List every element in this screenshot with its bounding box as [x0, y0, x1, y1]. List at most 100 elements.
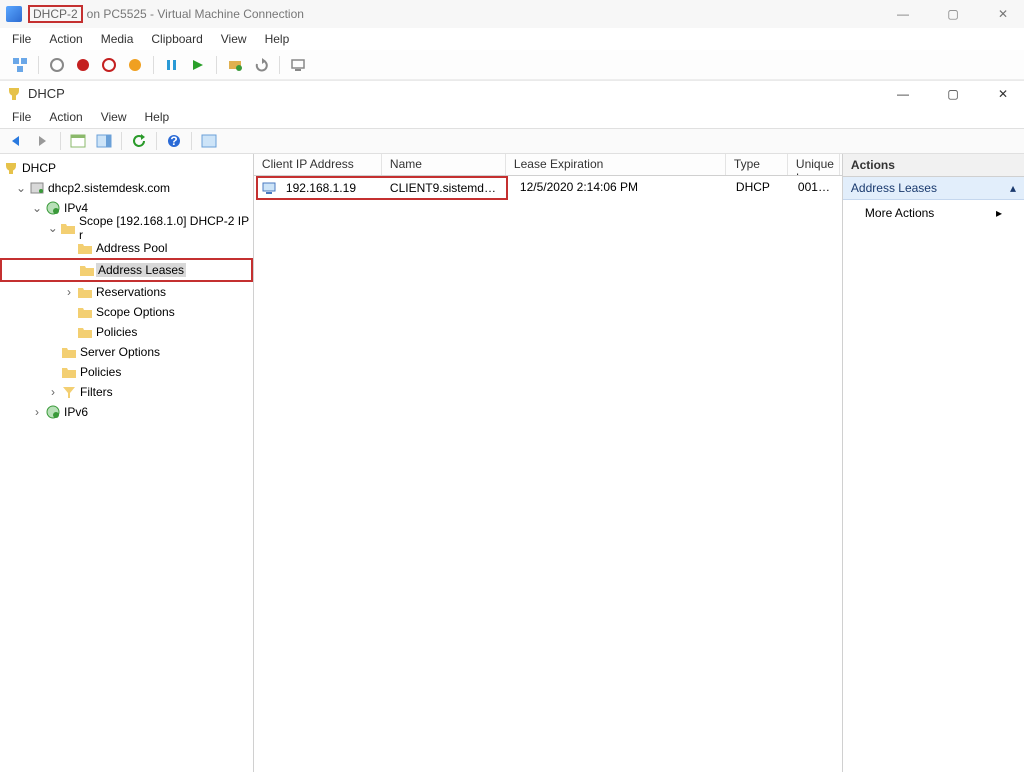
dhcp-minimize-button[interactable]: —	[888, 87, 918, 101]
dhcp-window-controls: — ▢ ✕	[888, 87, 1018, 101]
col-name[interactable]: Name	[382, 154, 506, 175]
save-icon[interactable]	[125, 55, 145, 75]
minimize-button[interactable]: —	[888, 7, 918, 21]
col-client-ip[interactable]: Client IP Address	[254, 154, 382, 175]
show-hide-action-icon[interactable]	[93, 131, 115, 151]
list-pane: Client IP Address Name Lease Expiration …	[254, 154, 843, 772]
tree-root-label: DHCP	[20, 161, 58, 175]
computer-icon	[258, 181, 278, 195]
tree-ipv6[interactable]: › IPv6	[0, 402, 253, 422]
filter-icon	[60, 385, 78, 399]
tree-scope-label: Scope [192.168.1.0] DHCP-2 IP r	[77, 214, 253, 242]
chevron-right-icon: ▸	[996, 206, 1002, 220]
enhanced-session-icon[interactable]	[288, 55, 308, 75]
folder-icon	[76, 306, 94, 318]
shutdown-icon[interactable]	[99, 55, 119, 75]
forward-icon[interactable]	[32, 131, 54, 151]
svg-text:?: ?	[170, 134, 177, 148]
list-body[interactable]: 192.168.1.19 CLIENT9.sistemdes.. 12/5/20…	[254, 176, 842, 772]
lease-row[interactable]: 192.168.1.19 CLIENT9.sistemdes.. 12/5/20…	[254, 176, 842, 198]
dhcp-title: DHCP	[28, 86, 65, 101]
tree-root[interactable]: DHCP	[0, 158, 253, 178]
vm-title-highlight: DHCP-2	[28, 5, 83, 23]
dhcp-maximize-button[interactable]: ▢	[938, 87, 968, 101]
tree-scope-options-label: Scope Options	[94, 305, 177, 319]
list-header: Client IP Address Name Lease Expiration …	[254, 154, 842, 176]
revert-icon[interactable]	[251, 55, 271, 75]
refresh-icon[interactable]	[128, 131, 150, 151]
ctrl-alt-del-icon[interactable]	[10, 55, 30, 75]
vm-menu-view[interactable]: View	[221, 32, 247, 46]
options-icon[interactable]	[198, 131, 220, 151]
actions-pane: Actions Address Leases ▴ More Actions ▸	[843, 154, 1024, 772]
folder-icon	[78, 264, 96, 276]
col-unique-id[interactable]: Unique I	[788, 154, 840, 175]
actions-more-label: More Actions	[865, 206, 934, 220]
folder-icon	[76, 286, 94, 298]
start-icon[interactable]	[47, 55, 67, 75]
vm-window-controls: — ▢ ✕	[888, 7, 1018, 21]
turnoff-icon[interactable]	[73, 55, 93, 75]
tree-policies-scope[interactable]: Policies	[0, 322, 253, 342]
tree-ipv4-label: IPv4	[62, 201, 90, 215]
tree-server-label: dhcp2.sistemdesk.com	[46, 181, 172, 195]
vm-title-rest: on PC5525 - Virtual Machine Connection	[87, 7, 304, 21]
vm-menu-media[interactable]: Media	[101, 32, 134, 46]
vm-menu: File Action Media Clipboard View Help	[0, 28, 1024, 50]
twisty-open-icon[interactable]: ⌄	[46, 221, 60, 235]
tree-server-options[interactable]: Server Options	[0, 342, 253, 362]
tree-policies-server[interactable]: Policies	[0, 362, 253, 382]
cell-uid: 00155d0	[790, 180, 842, 194]
back-icon[interactable]	[6, 131, 28, 151]
vm-titlebar: DHCP-2 on PC5525 - Virtual Machine Conne…	[0, 0, 1024, 28]
tree-filters[interactable]: › Filters	[0, 382, 253, 402]
tree-server[interactable]: ⌄ dhcp2.sistemdesk.com	[0, 178, 253, 198]
tree-policies-server-label: Policies	[78, 365, 123, 379]
actions-more[interactable]: More Actions ▸	[843, 200, 1024, 226]
twisty-closed-icon[interactable]: ›	[62, 285, 76, 299]
close-button[interactable]: ✕	[988, 7, 1018, 21]
col-lease-exp[interactable]: Lease Expiration	[506, 154, 726, 175]
cell-exp: 12/5/2020 2:14:06 PM	[508, 180, 728, 194]
tree-filters-label: Filters	[78, 385, 115, 399]
dhcp-close-button[interactable]: ✕	[988, 87, 1018, 101]
collapse-icon[interactable]: ▴	[1010, 181, 1016, 195]
folder-icon	[76, 242, 94, 254]
vm-menu-file[interactable]: File	[12, 32, 31, 46]
twisty-closed-icon[interactable]: ›	[30, 405, 44, 419]
dhcp-app-icon	[6, 86, 22, 102]
dhcp-menu-help[interactable]: Help	[145, 110, 170, 124]
tree-ipv6-label: IPv6	[62, 405, 90, 419]
tree-scope[interactable]: ⌄ Scope [192.168.1.0] DHCP-2 IP r	[0, 218, 253, 238]
help-icon[interactable]: ?	[163, 131, 185, 151]
dhcp-menu: File Action View Help	[0, 106, 1024, 128]
twisty-closed-icon[interactable]: ›	[46, 385, 60, 399]
tree-address-pool-label: Address Pool	[94, 241, 169, 255]
tree-address-leases[interactable]: Address Leases	[0, 258, 253, 282]
vm-menu-clipboard[interactable]: Clipboard	[151, 32, 202, 46]
show-hide-tree-icon[interactable]	[67, 131, 89, 151]
actions-section[interactable]: Address Leases ▴	[843, 177, 1024, 200]
twisty-open-icon[interactable]: ⌄	[30, 201, 44, 215]
dhcp-menu-view[interactable]: View	[101, 110, 127, 124]
cell-type: DHCP	[728, 180, 790, 194]
twisty-open-icon[interactable]: ⌄	[14, 181, 28, 195]
pause-icon[interactable]	[162, 55, 182, 75]
tree-pane[interactable]: DHCP ⌄ dhcp2.sistemdesk.com ⌄ IPv4 ⌄ Sco…	[0, 154, 254, 772]
tree-scope-options[interactable]: Scope Options	[0, 302, 253, 322]
vm-menu-action[interactable]: Action	[49, 32, 82, 46]
main-panes: DHCP ⌄ dhcp2.sistemdesk.com ⌄ IPv4 ⌄ Sco…	[0, 154, 1024, 772]
col-type[interactable]: Type	[726, 154, 788, 175]
dhcp-menu-action[interactable]: Action	[49, 110, 82, 124]
maximize-button[interactable]: ▢	[938, 7, 968, 21]
actions-section-label: Address Leases	[851, 181, 937, 195]
dhcp-toolbar: ?	[0, 128, 1024, 154]
reset-icon[interactable]	[188, 55, 208, 75]
cell-ip: 192.168.1.19	[278, 181, 382, 195]
dhcp-menu-file[interactable]: File	[12, 110, 31, 124]
tree-reservations[interactable]: › Reservations	[0, 282, 253, 302]
checkpoint-icon[interactable]	[225, 55, 245, 75]
server-icon	[28, 181, 46, 195]
vm-menu-help[interactable]: Help	[265, 32, 290, 46]
tree-policies-scope-label: Policies	[94, 325, 139, 339]
